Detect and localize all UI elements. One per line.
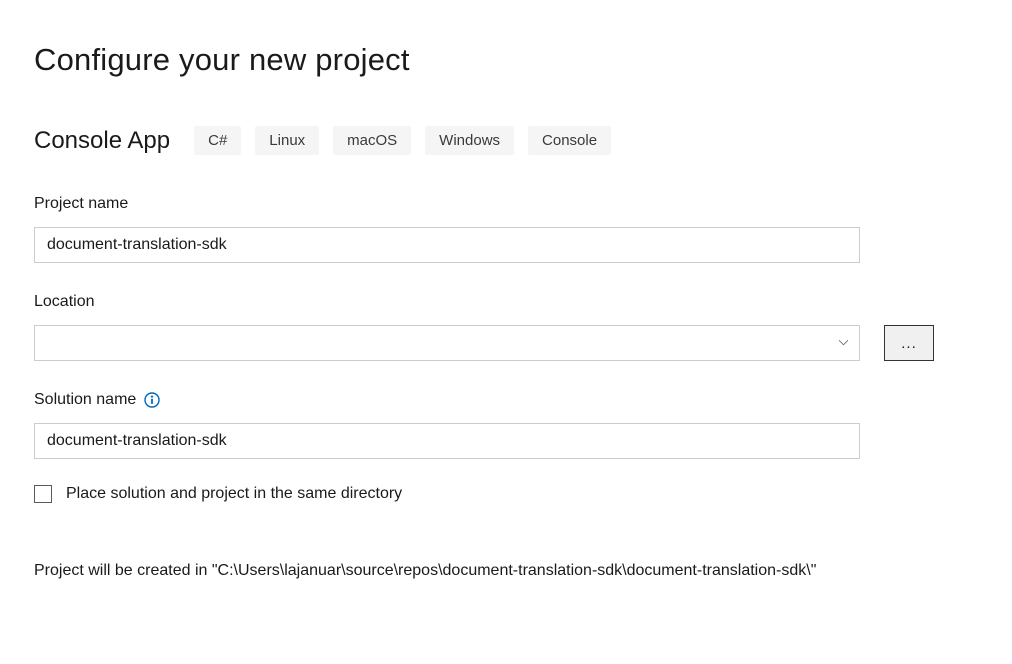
location-label: Location (34, 293, 978, 311)
same-directory-label: Place solution and project in the same d… (66, 485, 402, 503)
project-name-section: Project name (34, 195, 978, 263)
solution-name-label-row: Solution name (34, 391, 978, 409)
path-preview: Project will be created in "C:\Users\laj… (34, 559, 904, 584)
solution-name-input[interactable] (34, 423, 860, 459)
location-section: Location ... (34, 293, 978, 361)
page-title: Configure your new project (34, 42, 978, 78)
solution-name-section: Solution name (34, 391, 978, 459)
template-row: Console App C# Linux macOS Windows Conso… (34, 126, 978, 155)
tag-windows: Windows (425, 126, 514, 155)
template-name: Console App (34, 127, 170, 155)
project-name-label: Project name (34, 195, 978, 213)
location-input[interactable] (34, 325, 860, 361)
same-directory-checkbox[interactable] (34, 485, 52, 503)
browse-button[interactable]: ... (884, 325, 934, 361)
tag-csharp: C# (194, 126, 241, 155)
info-icon[interactable] (144, 392, 160, 408)
tag-console: Console (528, 126, 611, 155)
same-directory-row: Place solution and project in the same d… (34, 485, 978, 503)
solution-name-label: Solution name (34, 391, 136, 409)
project-name-input[interactable] (34, 227, 860, 263)
tag-linux: Linux (255, 126, 319, 155)
tag-macos: macOS (333, 126, 411, 155)
